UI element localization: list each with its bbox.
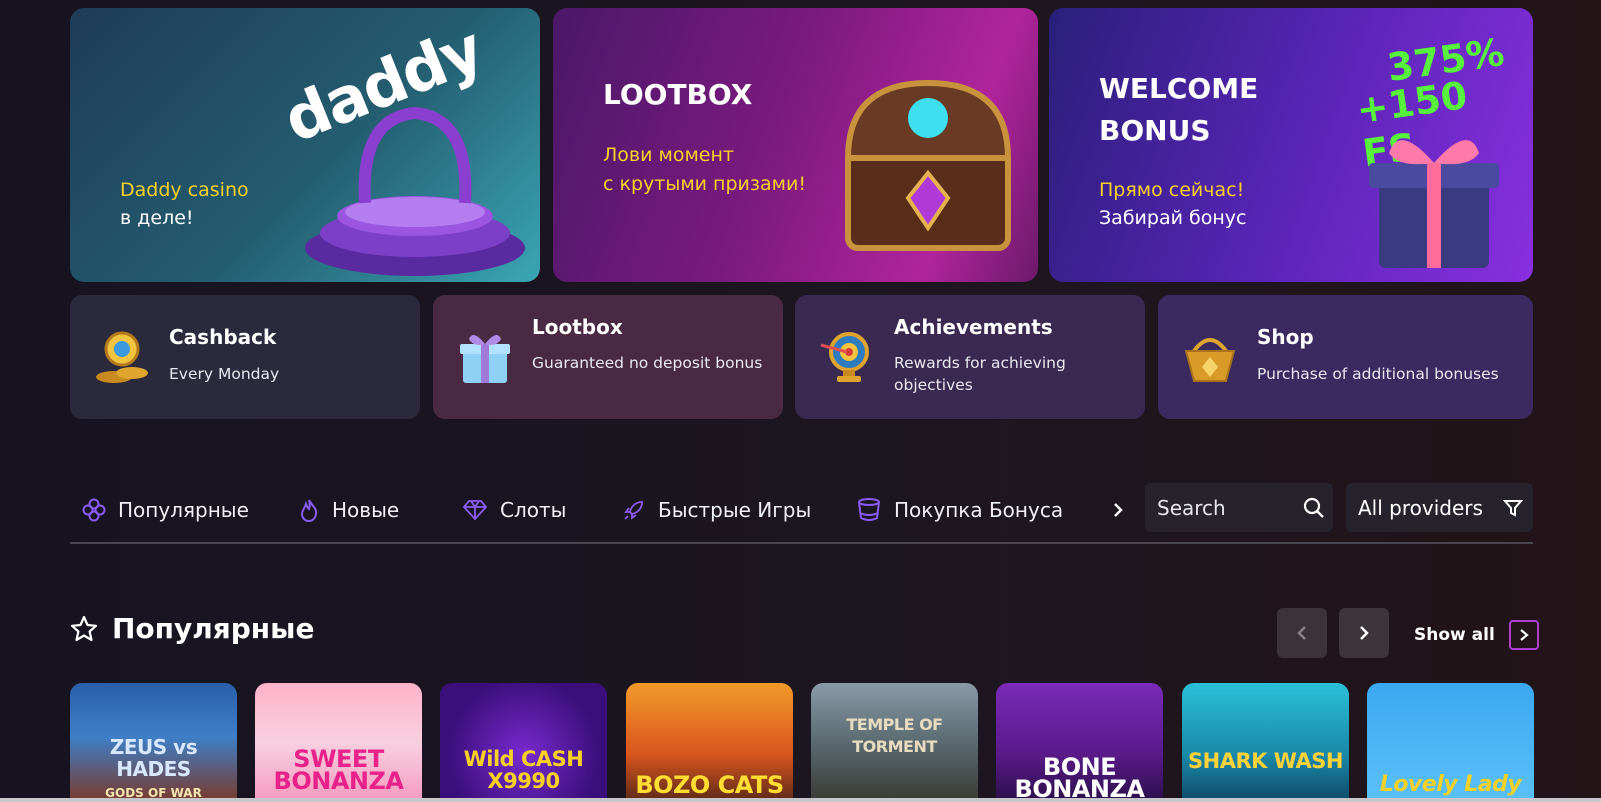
show-all-label: Show all	[1414, 625, 1495, 645]
tab-new[interactable]: Новые	[298, 492, 399, 528]
show-all-arrow	[1508, 620, 1539, 650]
tab-slots-label: Слоты	[500, 498, 567, 522]
coin-stack-icon	[96, 331, 148, 383]
chevron-right-icon	[1360, 626, 1369, 640]
game-title: ZEUS vs HADES	[109, 735, 198, 781]
tabs-scroll-right-button[interactable]	[1104, 492, 1132, 528]
filter-icon	[1502, 499, 1523, 517]
game-tile[interactable]: Wild CASH X9990	[440, 683, 607, 802]
game-tile[interactable]: BOZO CATS	[626, 683, 793, 802]
game-title: BOZO CATS	[635, 771, 784, 799]
banner3-subtitle-white: Забирай бонус	[1099, 207, 1247, 229]
game-title: BONE BONANZA	[1014, 753, 1145, 802]
show-all-link[interactable]: Show all	[1414, 620, 1539, 650]
game-tile[interactable]: Lovely Lady	[1367, 683, 1534, 802]
lootbox-banner[interactable]: LOOTBOX Лови момент с крутыми призами!	[553, 8, 1038, 282]
flame-icon	[300, 499, 318, 522]
banner2-subtitle-1: Лови момент	[603, 144, 734, 166]
tab-fast-games-label: Быстрые Игры	[658, 498, 812, 522]
clover-icon	[82, 498, 106, 522]
game-title: SWEET BONANZA	[273, 745, 404, 795]
carousel-prev-button[interactable]	[1277, 608, 1327, 658]
shop-title: Shop	[1257, 325, 1314, 349]
game-tile[interactable]: SWEET BONANZA	[255, 683, 422, 802]
daddy-casino-banner[interactable]: daddy Daddy casino в деле!	[70, 8, 540, 282]
achievements-card[interactable]: Achievements Rewards for achieving objec…	[795, 295, 1145, 419]
section-title: Популярные	[112, 612, 315, 645]
game-tile[interactable]: BONE BONANZA	[996, 683, 1163, 802]
search-input[interactable]	[1155, 494, 1299, 521]
providers-filter[interactable]: All providers	[1346, 483, 1533, 532]
chevron-right-icon	[1114, 503, 1123, 517]
treasure-chest-icon	[844, 79, 1012, 251]
shop-card[interactable]: Shop Purchase of additional bonuses	[1158, 295, 1533, 419]
game-title: Wild CASH X9990	[463, 747, 584, 793]
tab-popular[interactable]: Популярные	[82, 492, 249, 528]
achievements-title: Achievements	[894, 315, 1053, 339]
tab-fast-games[interactable]: Быстрые Игры	[622, 492, 811, 528]
welcome-bonus-banner[interactable]: WELCOME BONUS Прямо сейчас! Забирай бону…	[1049, 8, 1533, 282]
star-icon	[70, 615, 98, 641]
banner2-title: LOOTBOX	[603, 78, 753, 111]
shop-subtitle: Purchase of additional bonuses	[1257, 365, 1499, 383]
tab-bonus-buy[interactable]: Покупка Бонуса	[856, 492, 1063, 528]
gift-box-icon	[1369, 140, 1499, 268]
banner3-title-line1: WELCOME	[1099, 72, 1259, 105]
banner1-subtitle-white: в деле!	[120, 207, 194, 229]
carousel-next-button[interactable]	[1339, 608, 1389, 658]
game-title: Lovely Lady	[1379, 772, 1522, 797]
lootbox-title: Lootbox	[532, 315, 623, 339]
banner2-subtitle-2: с крутыми призами!	[603, 173, 806, 195]
banner3-subtitle-yellow: Прямо сейчас!	[1099, 179, 1245, 201]
gold-basket-icon	[1184, 338, 1236, 382]
game-tile[interactable]: SHARK WASH	[1182, 683, 1349, 802]
search-box	[1145, 483, 1333, 532]
rocket-icon	[624, 501, 643, 520]
providers-label: All providers	[1358, 495, 1483, 520]
diamond-icon	[462, 500, 488, 521]
banner3-title-line2: BONUS	[1099, 114, 1211, 147]
gift-box-icon	[460, 335, 510, 383]
tab-popular-label: Популярные	[118, 498, 249, 522]
section-heading: Популярные	[70, 612, 314, 645]
achievements-subtitle: Rewards for achieving objectives	[894, 354, 1066, 394]
target-trophy-icon	[820, 332, 869, 382]
bucket-icon	[858, 498, 880, 521]
game-title: SHARK WASH	[1188, 749, 1343, 773]
game-tile[interactable]: ZEUS vs HADES GODS OF WAR	[70, 683, 237, 802]
chevron-right-icon	[1520, 629, 1529, 641]
tab-slots[interactable]: Слоты	[462, 492, 566, 528]
window-bottom-edge	[0, 798, 1601, 802]
chevron-left-icon	[1297, 626, 1306, 640]
game-tile[interactable]: TEMPLE OF TORMENT	[811, 683, 978, 802]
search-icon[interactable]	[1303, 497, 1325, 519]
tab-new-label: Новые	[332, 498, 400, 522]
banner1-subtitle-yellow: Daddy casino	[120, 179, 249, 201]
cashback-subtitle: Every Monday	[169, 365, 280, 383]
game-title: TEMPLE OF TORMENT	[846, 715, 943, 756]
tab-bonus-buy-label: Покупка Бонуса	[894, 498, 1064, 522]
cashback-card[interactable]: Cashback Every Monday	[70, 295, 420, 419]
lootbox-subtitle: Guaranteed no deposit bonus	[532, 354, 763, 372]
lootbox-card[interactable]: Lootbox Guaranteed no deposit bonus	[433, 295, 783, 419]
cashback-title: Cashback	[169, 325, 277, 349]
